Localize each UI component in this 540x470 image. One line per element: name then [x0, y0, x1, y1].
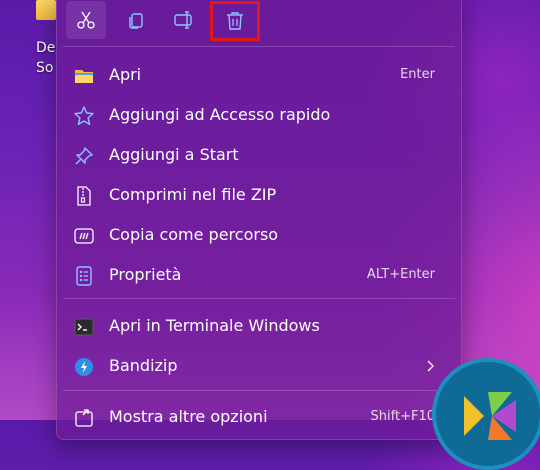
rename-button[interactable] [164, 1, 204, 39]
menu-item-label: Aggiungi ad Accesso rapido [109, 105, 331, 124]
context-menu-toolbar [57, 1, 461, 41]
menu-item-bandizip[interactable]: Bandizip [63, 347, 455, 385]
cut-button[interactable] [66, 1, 106, 39]
menu-item-label: Proprietà [109, 265, 182, 284]
menu-item-label: Mostra altre opzioni [109, 407, 268, 426]
menu-item-shortcut: Shift+F10 [370, 409, 435, 424]
terminal-icon [74, 318, 94, 336]
menu-item-shortcut: Enter [400, 67, 435, 82]
menu-item-label: Bandizip [109, 356, 178, 375]
path-icon [74, 228, 94, 244]
delete-button[interactable] [210, 1, 260, 41]
pin-icon [75, 147, 93, 165]
menu-item-properties[interactable]: Proprietà ALT+Enter [63, 256, 455, 294]
context-menu: Apri Enter Aggiungi ad Accesso rapido Ag… [56, 0, 462, 440]
menu-item-shortcut: ALT+Enter [366, 267, 435, 282]
menu-item-compress-zip[interactable]: Comprimi nel file ZIP [63, 176, 455, 214]
menu-separator [63, 298, 455, 299]
menu-item-pin-start[interactable]: Aggiungi a Start [63, 136, 455, 174]
menu-item-label: Apri [109, 65, 142, 84]
copy-button[interactable] [116, 1, 156, 39]
menu-item-open[interactable]: Apri Enter [63, 56, 455, 94]
menu-separator [63, 46, 455, 47]
logo-mark [464, 392, 516, 440]
menu-item-label: Comprimi nel file ZIP [109, 185, 277, 204]
scissors-icon [77, 11, 95, 29]
copy-icon [129, 13, 143, 29]
folder-icon [75, 70, 93, 83]
folder-icon [36, 0, 56, 20]
logo-watermark-icon [432, 358, 540, 470]
menu-item-open-terminal[interactable]: Apri in Terminale Windows [63, 307, 455, 345]
bandizip-icon [75, 358, 93, 376]
rename-icon [174, 11, 192, 29]
desktop-shortcut[interactable]: De So [0, 0, 60, 80]
menu-separator [63, 390, 455, 391]
star-icon [74, 106, 94, 125]
menu-item-label: Apri in Terminale Windows [109, 316, 320, 335]
menu-item-copy-path[interactable]: Copia come percorso [63, 216, 455, 254]
menu-item-label: Aggiungi a Start [109, 145, 239, 164]
desktop-shortcut-label: De So [36, 40, 56, 76]
menu-item-pin-quick-access[interactable]: Aggiungi ad Accesso rapido [63, 96, 455, 134]
zip-icon [77, 186, 91, 206]
more-options-icon [75, 409, 93, 427]
trash-icon [227, 12, 243, 30]
chevron-right-icon [427, 360, 434, 372]
menu-item-label: Copia come percorso [109, 225, 279, 244]
properties-icon [76, 266, 92, 286]
menu-item-show-more-options[interactable]: Mostra altre opzioni Shift+F10 [63, 398, 455, 436]
